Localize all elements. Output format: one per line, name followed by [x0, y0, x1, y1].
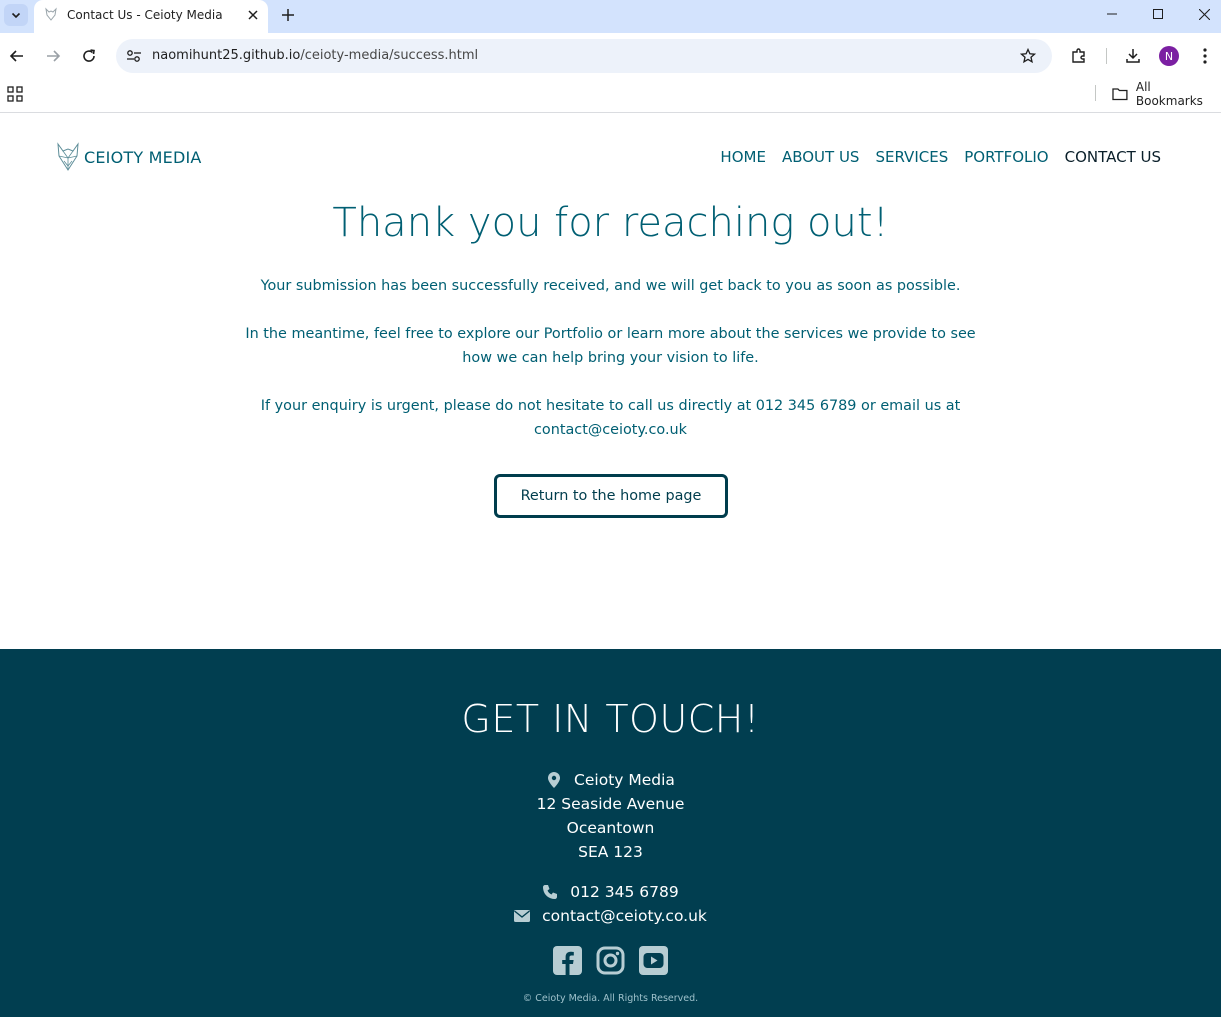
all-bookmarks-button[interactable]: All Bookmarks: [1112, 80, 1221, 108]
profile-avatar[interactable]: N: [1159, 46, 1179, 66]
social-links: [0, 946, 1221, 975]
tab-search-button[interactable]: [4, 4, 28, 26]
urgent-enquiry-message: If your enquiry is urgent, please do not…: [260, 398, 961, 438]
bookmarks-bar: All Bookmarks: [0, 79, 1221, 113]
site-logo[interactable]: CEIOTY MEDIA: [55, 142, 202, 172]
minimize-button[interactable]: [1089, 0, 1135, 28]
footer-town: Oceantown: [566, 819, 655, 837]
close-icon: [248, 10, 258, 20]
browser-tabstrip: Contact Us - Ceioty Media: [0, 0, 1221, 33]
envelope-icon: [514, 908, 531, 924]
youtube-icon[interactable]: [639, 946, 668, 975]
url-text: naomihunt25.github.io/ceioty-media/succe…: [152, 48, 478, 63]
site-footer: GET IN TOUCH! Ceioty Media 12 Seaside Av…: [0, 649, 1221, 1017]
footer-address: Ceioty Media 12 Seaside Avenue Oceantown…: [0, 768, 1221, 864]
browser-menu-button[interactable]: [1192, 43, 1218, 69]
reload-button[interactable]: [76, 43, 102, 69]
return-home-button[interactable]: Return to the home page: [494, 474, 728, 518]
footer-title: GET IN TOUCH!: [461, 697, 760, 741]
nav-contact-us[interactable]: CONTACT US: [1065, 148, 1161, 166]
map-pin-icon: [546, 772, 562, 788]
main-nav: HOME ABOUT US SERVICES PORTFOLIO CONTACT…: [720, 148, 1161, 166]
footer-email[interactable]: contact@ceioty.co.uk: [542, 904, 707, 928]
nav-home[interactable]: HOME: [720, 148, 766, 166]
maximize-icon: [1153, 9, 1163, 19]
tab-title: Contact Us - Ceioty Media: [67, 8, 223, 22]
downloads-button[interactable]: [1120, 43, 1146, 69]
explore-message: In the meantime, feel free to explore ou…: [245, 326, 976, 366]
nav-about-us[interactable]: ABOUT US: [782, 148, 860, 166]
reload-icon: [83, 49, 95, 62]
apps-grid-icon[interactable]: [7, 86, 23, 102]
phone-icon: [542, 884, 558, 900]
address-bar[interactable]: naomihunt25.github.io/ceioty-media/succe…: [116, 39, 1052, 73]
site-info-button[interactable]: [122, 45, 146, 67]
url-path: /ceioty-media/success.html: [300, 48, 479, 63]
nav-services[interactable]: SERVICES: [875, 148, 948, 166]
arrow-left-icon: [9, 50, 23, 62]
footer-phone[interactable]: 012 345 6789: [570, 880, 678, 904]
close-window-button[interactable]: [1181, 0, 1221, 28]
kebab-menu-icon: [1203, 48, 1207, 64]
minimize-icon: [1107, 13, 1117, 15]
folder-icon: [1112, 88, 1128, 101]
plus-icon: [282, 9, 294, 21]
facebook-icon[interactable]: [553, 946, 582, 975]
brand-name: CEIOTY MEDIA: [84, 147, 202, 167]
download-icon: [1126, 49, 1140, 63]
footer-street: 12 Seaside Avenue: [536, 795, 685, 813]
url-host: naomihunt25.github.io: [152, 48, 301, 63]
all-bookmarks-label: All Bookmarks: [1135, 80, 1203, 108]
footer-postcode: SEA 123: [578, 843, 643, 861]
footer-contact: 012 345 6789 contact@ceioty.co.uk: [0, 880, 1221, 928]
tab-close-button[interactable]: [244, 6, 262, 24]
forward-button[interactable]: [40, 43, 66, 69]
footer-company: Ceioty Media: [574, 771, 675, 789]
bookmark-star-button[interactable]: [1018, 46, 1038, 66]
toolbar-separator: [1106, 48, 1107, 64]
browser-toolbar: naomihunt25.github.io/ceioty-media/succe…: [0, 33, 1221, 79]
star-icon: [1020, 48, 1036, 64]
chevron-down-icon: [11, 12, 21, 19]
new-tab-button[interactable]: [277, 4, 299, 26]
success-title: Thank you for reaching out!: [332, 200, 889, 246]
footer-copyright: © Ceioty Media. All Rights Reserved.: [522, 993, 699, 1004]
extensions-button[interactable]: [1066, 43, 1092, 69]
tune-icon: [127, 50, 141, 62]
maximize-button[interactable]: [1135, 0, 1181, 28]
puzzle-icon: [1072, 48, 1085, 63]
nav-portfolio[interactable]: PORTFOLIO: [964, 148, 1048, 166]
browser-tab-active[interactable]: Contact Us - Ceioty Media: [34, 0, 268, 33]
wolf-favicon-icon: [45, 7, 57, 21]
arrow-right-icon: [47, 50, 61, 62]
back-button[interactable]: [4, 43, 30, 69]
web-page: CEIOTY MEDIA HOME ABOUT US SERVICES PORT…: [0, 114, 1221, 1017]
close-window-icon: [1198, 8, 1210, 20]
wolf-logo-icon: [57, 142, 79, 171]
bookmarks-separator: [1095, 85, 1096, 101]
success-message: Your submission has been successfully re…: [260, 278, 961, 294]
instagram-icon[interactable]: [596, 946, 625, 975]
